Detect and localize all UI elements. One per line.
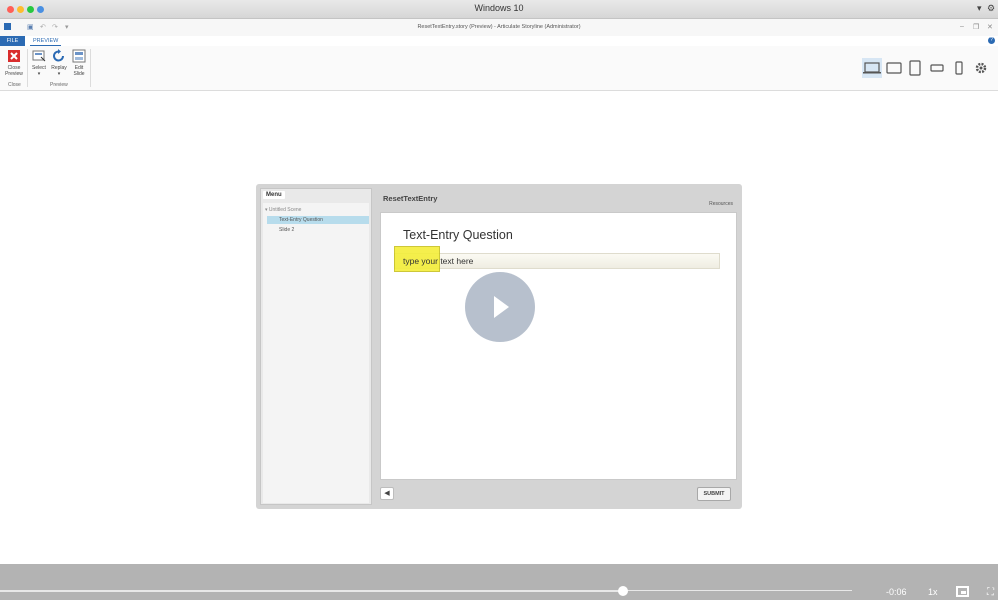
scene-label: Untitled Scene [268,207,302,213]
close-preview-icon [8,50,20,62]
playback-speed-button[interactable]: 1x [928,587,938,597]
speaker-icon[interactable]: ◀ [380,487,394,500]
close-label-2: Preview [5,71,23,77]
group-label-preview: Preview [50,82,68,88]
menu-list: ▾ Untitled Scene Text-Entry Question Sli… [263,203,369,503]
ribbon-tabs: FILE PREVIEW ? [0,36,998,46]
desktop-icon[interactable] [862,58,882,78]
edit-label-2: Slide [73,71,85,77]
tablet-portrait-icon[interactable] [905,58,925,78]
close-preview-button[interactable]: Close Preview [4,49,24,77]
group-divider [90,49,91,87]
progress-played[interactable] [0,590,623,592]
progress-remaining[interactable] [623,590,852,591]
app-title-bar: ▣ ↶ ↷ ▾ ResetTextEntry.story (Preview) -… [0,19,998,36]
resources-link[interactable]: Resources [709,201,733,207]
replay-dropdown-icon: ▾ [57,71,61,77]
tablet-landscape-icon[interactable] [884,58,904,78]
select-dropdown-icon: ▾ [37,71,41,77]
replay-icon [53,49,64,62]
edit-slide-button[interactable]: Edit Slide [70,49,88,77]
phone-landscape-icon[interactable] [927,58,947,78]
os-window-title: Windows 10 [474,3,524,13]
gear-icon[interactable]: ⚙ [987,3,995,14]
os-title-bar: Windows 10 ▾ ⚙ [0,0,998,19]
tab-preview[interactable]: PREVIEW [30,36,62,46]
story-title: ResetTextEntry [383,194,438,203]
time-remaining: -0:06 [886,587,907,597]
minimize-icon[interactable]: – [960,23,964,30]
help-icon[interactable]: ? [988,37,995,44]
menu-slide-item[interactable]: Text-Entry Question [267,216,369,224]
menu-tab[interactable]: Menu [263,191,285,199]
tab-file[interactable]: FILE [0,36,25,46]
replay-button[interactable]: Replay ▾ [49,49,69,77]
slide-canvas: Text-Entry Question type your text here [380,212,737,480]
select-slide-icon [32,50,46,62]
fullscreen-icon[interactable]: ⛶ [987,587,994,598]
story-player: Menu ▾ Untitled Scene Text-Entry Questio… [256,184,742,509]
video-control-bar: -0:06 1x ⛶ [0,564,998,600]
play-icon [494,296,509,318]
progress-handle[interactable] [618,586,628,596]
picture-in-picture-icon[interactable] [956,586,969,597]
menu-panel: Menu ▾ Untitled Scene Text-Entry Questio… [260,188,372,505]
settings-icon[interactable] [971,58,991,78]
scene-item[interactable]: ▾ Untitled Scene [265,207,301,213]
question-title: Text-Entry Question [403,228,513,242]
group-divider [27,49,28,87]
ribbon: Close Preview Close Select ▾ Replay ▾ Ed… [0,46,998,91]
close-icon[interactable]: ✕ [987,23,993,31]
dropdown-icon[interactable]: ▾ [977,3,982,14]
submit-button[interactable]: SUBMIT [697,487,731,501]
restore-icon[interactable]: ❐ [973,23,979,31]
play-video-button[interactable] [465,272,535,342]
app-window-title: ResetTextEntry.story (Preview) - Articul… [417,24,581,30]
group-label-close: Close [8,82,21,88]
select-button[interactable]: Select ▾ [30,49,48,77]
text-entry-placeholder: type your text here [403,256,474,266]
menu-slide-item[interactable]: Slide 2 [267,226,369,234]
edit-slide-icon [72,49,86,63]
phone-portrait-icon[interactable] [949,58,969,78]
